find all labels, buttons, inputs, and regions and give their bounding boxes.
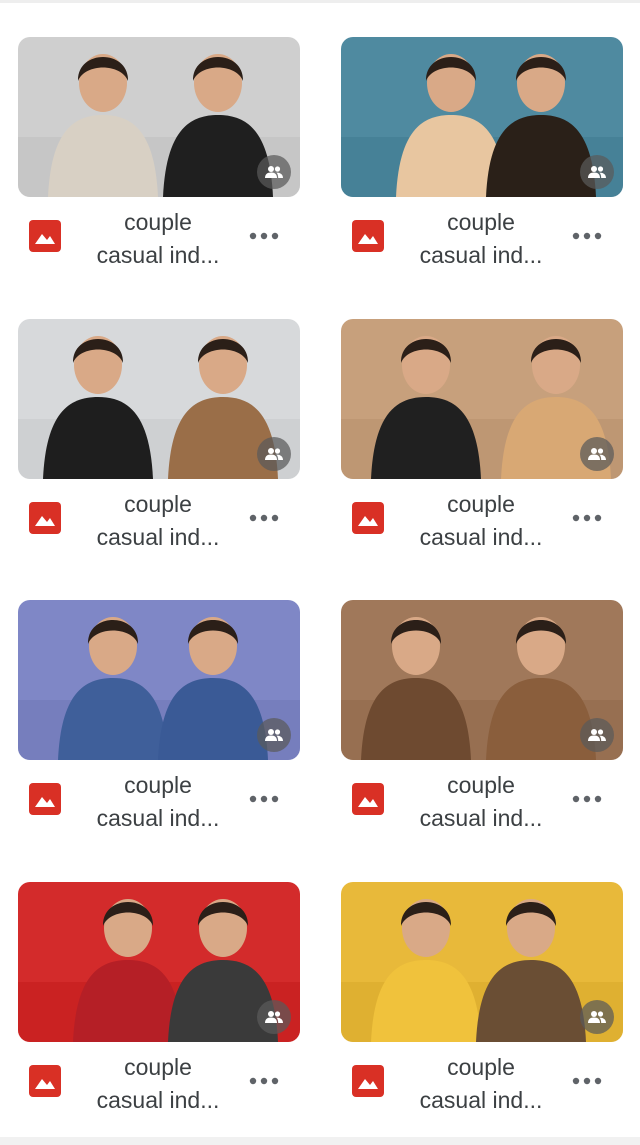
people-icon bbox=[257, 155, 291, 189]
people-icon bbox=[257, 437, 291, 471]
file-title-line2: casual ind... bbox=[96, 1087, 220, 1113]
file-title[interactable]: couple casual ind... bbox=[403, 488, 559, 554]
file-card-4[interactable]: couple casual ind... bbox=[341, 319, 623, 559]
top-divider bbox=[0, 0, 640, 3]
people-icon bbox=[257, 718, 291, 752]
more-options-button[interactable] bbox=[567, 223, 607, 249]
file-card-5[interactable]: couple casual ind... bbox=[18, 600, 300, 840]
file-title[interactable]: couple casual ind... bbox=[403, 1051, 559, 1117]
file-title-line2: casual ind... bbox=[419, 1087, 543, 1113]
more-horizontal-icon bbox=[572, 232, 602, 240]
image-file-icon bbox=[29, 783, 61, 815]
file-title-line1: couple bbox=[447, 491, 515, 517]
image-file-icon bbox=[352, 502, 384, 534]
file-title-line1: couple bbox=[124, 772, 192, 798]
people-icon bbox=[580, 718, 614, 752]
file-card-6[interactable]: couple casual ind... bbox=[341, 600, 623, 840]
people-icon bbox=[257, 1000, 291, 1034]
file-thumbnail[interactable] bbox=[341, 319, 623, 479]
file-thumbnail[interactable] bbox=[18, 319, 300, 479]
file-title-line2: casual ind... bbox=[96, 242, 220, 268]
more-horizontal-icon bbox=[572, 795, 602, 803]
image-file-icon bbox=[29, 220, 61, 252]
file-title[interactable]: couple casual ind... bbox=[80, 769, 236, 835]
file-title[interactable]: couple casual ind... bbox=[80, 1051, 236, 1117]
drive-grid-page: couple casual ind... couple casual ind..… bbox=[0, 0, 640, 1145]
file-title-line1: couple bbox=[124, 209, 192, 235]
file-title[interactable]: couple casual ind... bbox=[80, 206, 236, 272]
more-options-button[interactable] bbox=[244, 223, 284, 249]
file-thumbnail[interactable] bbox=[341, 882, 623, 1042]
image-file-icon bbox=[29, 1065, 61, 1097]
more-options-button[interactable] bbox=[567, 786, 607, 812]
file-title-line1: couple bbox=[447, 209, 515, 235]
file-thumbnail[interactable] bbox=[18, 882, 300, 1042]
file-card-3[interactable]: couple casual ind... bbox=[18, 319, 300, 559]
more-options-button[interactable] bbox=[567, 1068, 607, 1094]
more-options-button[interactable] bbox=[244, 505, 284, 531]
file-thumbnail[interactable] bbox=[18, 37, 300, 197]
more-horizontal-icon bbox=[572, 514, 602, 522]
bottom-divider bbox=[0, 1137, 640, 1145]
file-title[interactable]: couple casual ind... bbox=[403, 206, 559, 272]
file-title-line1: couple bbox=[447, 772, 515, 798]
more-options-button[interactable] bbox=[244, 1068, 284, 1094]
file-thumbnail[interactable] bbox=[341, 37, 623, 197]
people-icon bbox=[580, 1000, 614, 1034]
file-card-8[interactable]: couple casual ind... bbox=[341, 882, 623, 1122]
file-card-2[interactable]: couple casual ind... bbox=[341, 37, 623, 277]
file-thumbnail[interactable] bbox=[341, 600, 623, 760]
more-horizontal-icon bbox=[249, 232, 279, 240]
file-title-line1: couple bbox=[124, 491, 192, 517]
image-file-icon bbox=[352, 783, 384, 815]
file-title[interactable]: couple casual ind... bbox=[403, 769, 559, 835]
image-file-icon bbox=[352, 1065, 384, 1097]
more-horizontal-icon bbox=[249, 514, 279, 522]
people-icon bbox=[580, 155, 614, 189]
file-title-line2: casual ind... bbox=[419, 242, 543, 268]
file-title-line2: casual ind... bbox=[419, 524, 543, 550]
file-title-line1: couple bbox=[447, 1054, 515, 1080]
image-file-icon bbox=[352, 220, 384, 252]
more-horizontal-icon bbox=[249, 795, 279, 803]
file-thumbnail[interactable] bbox=[18, 600, 300, 760]
file-card-1[interactable]: couple casual ind... bbox=[18, 37, 300, 277]
file-title-line1: couple bbox=[124, 1054, 192, 1080]
more-options-button[interactable] bbox=[567, 505, 607, 531]
file-title-line2: casual ind... bbox=[96, 524, 220, 550]
file-title-line2: casual ind... bbox=[419, 805, 543, 831]
more-options-button[interactable] bbox=[244, 786, 284, 812]
more-horizontal-icon bbox=[249, 1077, 279, 1085]
file-title-line2: casual ind... bbox=[96, 805, 220, 831]
more-horizontal-icon bbox=[572, 1077, 602, 1085]
file-title[interactable]: couple casual ind... bbox=[80, 488, 236, 554]
people-icon bbox=[580, 437, 614, 471]
file-card-7[interactable]: couple casual ind... bbox=[18, 882, 300, 1122]
image-file-icon bbox=[29, 502, 61, 534]
